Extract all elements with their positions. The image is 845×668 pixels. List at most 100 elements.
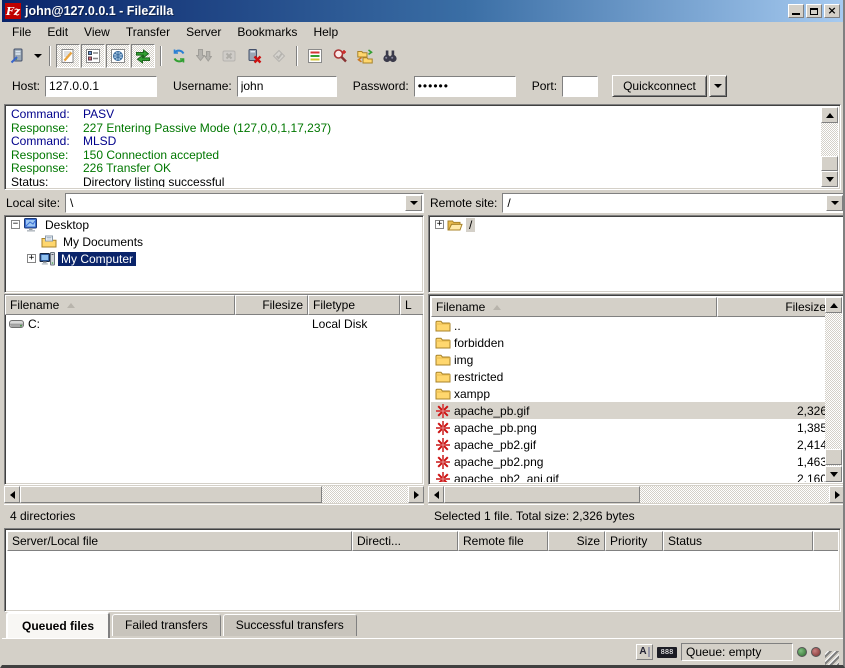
column-header-filetype[interactable]: Filetype <box>308 295 400 315</box>
remote-file-row[interactable]: .. <box>431 317 825 334</box>
collapse-icon[interactable]: − <box>11 220 20 229</box>
column-header-filename[interactable]: Filename <box>431 297 717 317</box>
toggle-transfer-queue-button[interactable] <box>131 44 155 68</box>
expand-icon[interactable]: + <box>435 220 444 229</box>
remote-file-row[interactable]: apache_pb2_ani.gif2,160 <box>431 470 825 482</box>
log-line-response: Response:227 Entering Passive Mode (127,… <box>7 122 821 136</box>
remote-file-row[interactable]: apache_pb2.png1,463 <box>431 453 825 470</box>
filename-cell: apache_pb.png <box>431 420 717 436</box>
speed-limits-icon[interactable]: 888 <box>657 647 677 658</box>
menu-file[interactable]: File <box>4 23 39 42</box>
scroll-thumb[interactable] <box>444 486 640 503</box>
minimize-button[interactable] <box>788 4 804 18</box>
message-log-scrollbar[interactable] <box>821 107 838 187</box>
log-line-label: Response: <box>7 122 83 136</box>
username-input[interactable] <box>237 76 337 97</box>
menu-help[interactable]: Help <box>305 23 346 42</box>
directory-comparison-button[interactable] <box>378 44 402 68</box>
local-tree-item-my-documents[interactable]: My Documents <box>5 233 423 250</box>
column-header-filesize[interactable]: Filesize <box>235 295 308 315</box>
resize-grip[interactable] <box>825 651 839 665</box>
local-tree-item-my-computer[interactable]: +My Computer <box>5 250 423 267</box>
process-queue-button[interactable] <box>192 44 216 68</box>
port-label: Port: <box>532 79 557 93</box>
column-header-label: Server/Local file <box>12 534 98 548</box>
menu-bookmarks[interactable]: Bookmarks <box>229 23 305 42</box>
expand-icon[interactable]: + <box>27 254 36 263</box>
disconnect-button[interactable] <box>242 44 266 68</box>
remote-pane: Remote site: / +/ FilenameFilesize ..for… <box>428 192 845 524</box>
image-file-icon <box>435 471 451 483</box>
scroll-left-button[interactable] <box>4 486 20 503</box>
toggle-message-log-button[interactable] <box>56 44 80 68</box>
column-header-label: Filesize <box>262 298 303 312</box>
tab-queued-files[interactable]: Queued files <box>6 612 110 638</box>
column-header-filesize[interactable]: Filesize <box>717 297 825 317</box>
host-input[interactable] <box>45 76 157 97</box>
scroll-up-button[interactable] <box>821 107 838 123</box>
queue-status: Queue: empty <box>681 643 793 661</box>
local-site-combobox[interactable]: \ <box>65 193 424 213</box>
remote-file-row[interactable]: img <box>431 351 825 368</box>
local-list-hscrollbar[interactable] <box>4 486 424 503</box>
menu-edit[interactable]: Edit <box>39 23 76 42</box>
remote-list-hscrollbar[interactable] <box>428 486 845 503</box>
column-header-remote-file[interactable]: Remote file <box>458 531 548 551</box>
tab-successful-transfers[interactable]: Successful transfers <box>223 614 357 636</box>
scroll-thumb[interactable] <box>825 449 842 465</box>
site-manager-dropdown-button[interactable] <box>31 44 44 68</box>
log-line-response: Response:150 Connection accepted <box>7 149 821 163</box>
scroll-up-button[interactable] <box>825 297 842 313</box>
titlebar[interactable]: Fz john@127.0.0.1 - FileZilla × <box>2 0 843 22</box>
local-site-dropdown-button[interactable] <box>405 195 422 211</box>
scroll-down-button[interactable] <box>825 466 842 482</box>
scroll-thumb[interactable] <box>20 486 322 503</box>
menu-server[interactable]: Server <box>178 23 229 42</box>
remote-site-combobox[interactable]: / <box>502 193 845 213</box>
remote-file-row[interactable]: apache_pb.png1,385 <box>431 419 825 436</box>
synchronized-browsing-button[interactable] <box>353 44 377 68</box>
column-header-empty[interactable] <box>813 531 838 551</box>
close-button[interactable]: × <box>824 4 840 18</box>
reconnect-button[interactable] <box>267 44 291 68</box>
remote-site-dropdown-button[interactable] <box>826 195 843 211</box>
refresh-button[interactable] <box>167 44 191 68</box>
column-header-server-local-file[interactable]: Server/Local file <box>7 531 352 551</box>
filter-button[interactable] <box>303 44 327 68</box>
local-tree-item-desktop[interactable]: −Desktop <box>5 216 423 233</box>
password-input[interactable] <box>414 76 516 97</box>
column-header-status[interactable]: Status <box>663 531 813 551</box>
scroll-thumb[interactable] <box>821 156 838 171</box>
remote-tree-item--[interactable]: +/ <box>429 216 844 233</box>
scroll-right-button[interactable] <box>408 486 424 503</box>
scroll-down-button[interactable] <box>821 171 838 187</box>
column-header-l[interactable]: L <box>400 295 424 315</box>
remote-list-scrollbar[interactable] <box>825 297 842 482</box>
remote-file-row[interactable]: restricted <box>431 368 825 385</box>
remote-file-row[interactable]: apache_pb2.gif2,414 <box>431 436 825 453</box>
quickconnect-dropdown-button[interactable] <box>709 75 727 97</box>
remote-file-row[interactable]: forbidden <box>431 334 825 351</box>
maximize-button[interactable] <box>806 4 822 18</box>
site-manager-button[interactable] <box>6 44 30 68</box>
column-header-size[interactable]: Size <box>548 531 605 551</box>
scroll-right-button[interactable] <box>829 486 845 503</box>
transfer-type-ascii-icon[interactable]: A <box>636 644 653 660</box>
toggle-local-tree-button[interactable] <box>81 44 105 68</box>
port-input[interactable] <box>562 76 598 97</box>
remote-file-row[interactable]: xampp <box>431 385 825 402</box>
column-header-filename[interactable]: Filename <box>5 295 235 315</box>
menu-view[interactable]: View <box>76 23 118 42</box>
cancel-button[interactable] <box>217 44 241 68</box>
quickconnect-button[interactable]: Quickconnect <box>612 75 707 97</box>
scroll-left-button[interactable] <box>428 486 444 503</box>
column-header-directi-[interactable]: Directi... <box>352 531 458 551</box>
filename-label: apache_pb2.png <box>454 455 543 469</box>
local-file-row[interactable]: C:Local Disk <box>5 315 423 332</box>
tab-failed-transfers[interactable]: Failed transfers <box>112 614 221 636</box>
remote-file-row[interactable]: apache_pb.gif2,326 <box>431 402 825 419</box>
menu-transfer[interactable]: Transfer <box>118 23 178 42</box>
toggle-remote-tree-button[interactable] <box>106 44 130 68</box>
column-header-priority[interactable]: Priority <box>605 531 663 551</box>
file-search-button[interactable] <box>328 44 352 68</box>
